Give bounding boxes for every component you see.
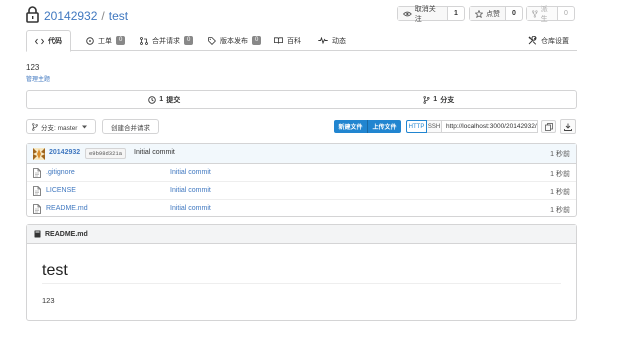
readme-header: README.md [27, 225, 576, 244]
star-icon [475, 9, 483, 18]
tab-code-label: 代码 [48, 38, 62, 45]
tab-pull-requests[interactable]: 合并请求 0 [132, 30, 201, 51]
readme-divider [42, 283, 561, 284]
history-icon [148, 95, 157, 104]
file-time: 1 秒前 [550, 189, 570, 196]
download-icon [564, 123, 572, 131]
star-label: 点赞 [486, 10, 500, 18]
tab-wiki-label: 百科 [287, 37, 301, 45]
book-icon [274, 37, 283, 44]
caret-down-icon [82, 125, 88, 128]
issue-icon [86, 36, 94, 45]
manage-topics-link[interactable]: 管理主题 [26, 74, 50, 83]
repo-header: 20142932 / test 取消关注 1 点赞 0 派生 0 代码 工单 0 合… [0, 0, 640, 58]
repo-name-link[interactable]: test [109, 9, 128, 23]
branches-stat[interactable]: 1 分支 [302, 91, 577, 108]
lock-icon [26, 6, 39, 23]
repo-title: 20142932 / test [44, 9, 128, 23]
readme-filename: README.md [45, 230, 88, 238]
new-pull-request-button[interactable]: 创建合并请求 [102, 119, 159, 134]
tab-activity[interactable]: 动态 [310, 30, 354, 51]
file-time: 1 秒前 [550, 171, 570, 178]
latest-commit-bar: 20142932 e9b98d321a Initial commit 1 秒前 [27, 144, 576, 164]
branches-count: 1 [433, 96, 438, 103]
repo-stats-bar: 1 提交 1 分支 [26, 90, 577, 109]
tab-issues[interactable]: 工单 0 [78, 30, 133, 51]
file-row-gitignore: .gitignore Initial commit 1 秒前 [27, 164, 576, 182]
eye-icon [403, 11, 412, 16]
clone-http-button[interactable]: HTTP [406, 120, 427, 133]
commit-sha-button[interactable]: e9b98d321a [85, 148, 127, 159]
tools-icon [528, 36, 537, 45]
file-icon [33, 186, 41, 196]
pull-requests-count-badge: 0 [184, 36, 194, 45]
branch-icon [32, 122, 38, 131]
commits-label: 提交 [166, 96, 181, 104]
commits-count: 1 [159, 96, 164, 103]
pulse-icon [318, 37, 328, 44]
avatar [33, 148, 45, 160]
file-name-link[interactable]: .gitignore [46, 169, 75, 176]
tab-settings[interactable]: 仓库设置 [520, 30, 577, 51]
code-icon [35, 38, 44, 44]
watch-label: 取消关注 [414, 5, 436, 23]
file-row-readme: README.md Initial commit 1 秒前 [27, 200, 576, 218]
repo-description: 123 [26, 63, 40, 72]
issues-count-badge: 0 [116, 36, 126, 45]
tab-issues-label: 工单 [98, 37, 112, 45]
file-time: 1 秒前 [550, 207, 570, 214]
fork-count: 0 [557, 7, 574, 20]
branch-dropdown-label: 分支: master [41, 124, 78, 132]
releases-count-badge: 0 [252, 36, 262, 45]
fork-icon [532, 9, 538, 18]
tab-wiki[interactable]: 百科 [266, 30, 309, 51]
file-name-link[interactable]: README.md [46, 205, 88, 212]
repo-title-separator: / [101, 9, 105, 23]
commit-author-link[interactable]: 20142932 [49, 149, 80, 156]
commits-stat[interactable]: 1 提交 [27, 91, 302, 108]
file-icon [33, 204, 41, 214]
tab-releases-label: 版本发布 [220, 37, 248, 45]
readme-body: 123 [42, 296, 55, 305]
tab-activity-label: 动态 [332, 37, 346, 45]
tag-icon [208, 36, 216, 45]
clone-ssh-button[interactable]: SSH [427, 120, 442, 133]
copy-url-button[interactable] [541, 120, 556, 133]
file-commit-link[interactable]: Initial commit [170, 169, 211, 176]
fork-button: 派生 0 [526, 5, 575, 23]
watch-count[interactable]: 1 [447, 7, 464, 20]
tab-code[interactable]: 代码 [26, 30, 71, 52]
branch-icon [423, 95, 430, 104]
file-row-license: LICENSE Initial commit 1 秒前 [27, 182, 576, 200]
file-name-link[interactable]: LICENSE [46, 187, 76, 194]
branch-dropdown[interactable]: 分支: master [26, 119, 96, 134]
repo-owner-link[interactable]: 20142932 [44, 9, 97, 23]
commit-time: 1 秒前 [550, 151, 570, 158]
branches-label: 分支 [440, 96, 455, 104]
tab-releases[interactable]: 版本发布 0 [200, 30, 269, 51]
book-icon [34, 230, 41, 238]
fork-label: 派生 [540, 5, 548, 23]
file-commit-link[interactable]: Initial commit [170, 205, 211, 212]
repo-tabs: 代码 工单 0 合并请求 0 版本发布 0 百科 动态 仓库设置 [26, 30, 577, 52]
clone-url-input[interactable]: http://localhost:3000/20142932/test.git [442, 120, 538, 133]
readme-panel: README.md test 123 [26, 224, 577, 321]
star-count[interactable]: 0 [505, 7, 522, 20]
copy-icon [544, 122, 553, 131]
tab-settings-label: 仓库设置 [541, 37, 569, 45]
file-list: 20142932 e9b98d321a Initial commit 1 秒前 … [26, 143, 577, 217]
readme-heading: test [42, 262, 68, 279]
commit-message: Initial commit [134, 149, 175, 156]
pull-request-icon [140, 36, 148, 45]
new-file-button[interactable]: 新建文件 [334, 120, 367, 133]
file-commit-link[interactable]: Initial commit [170, 187, 211, 194]
star-button[interactable]: 点赞 0 [469, 6, 523, 21]
download-button[interactable] [560, 119, 576, 134]
file-icon [33, 168, 41, 178]
watch-button[interactable]: 取消关注 1 [397, 5, 465, 23]
upload-file-button[interactable]: 上传文件 [367, 120, 401, 133]
tab-pull-requests-label: 合并请求 [152, 37, 180, 45]
